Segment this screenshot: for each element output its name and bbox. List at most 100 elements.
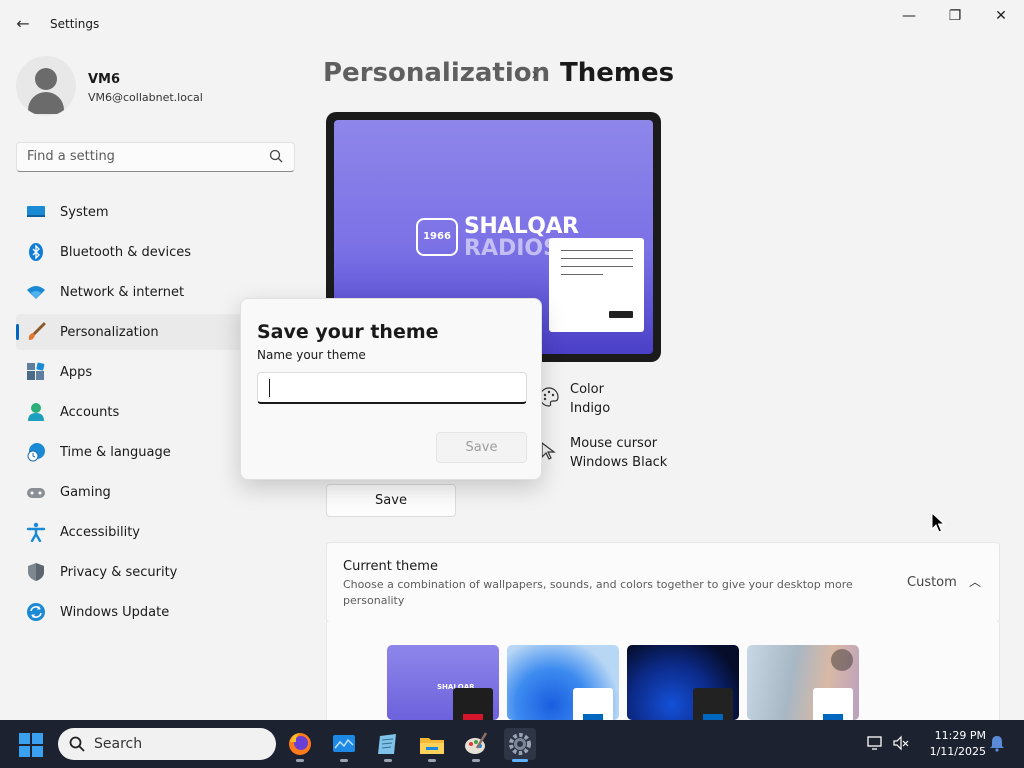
chevron-up-icon[interactable]: ︿ (965, 573, 985, 593)
shield-icon (28, 563, 44, 581)
title-bar: ← Settings — ❐ ✕ (0, 0, 1024, 48)
preview-line (561, 266, 633, 267)
sidebar-item-label: Accessibility (60, 524, 140, 540)
dialog-save-button[interactable]: Save (436, 432, 527, 463)
mouse-cursor-icon (931, 512, 946, 533)
sidebar-item-windows-update[interactable]: Windows Update (16, 594, 295, 630)
search-icon[interactable] (268, 148, 284, 164)
running-indicator (472, 759, 480, 762)
taskbar-app-firefox[interactable] (284, 728, 316, 762)
save-theme-button[interactable]: Save (326, 484, 456, 517)
mouse-cursor-setting[interactable]: Mouse cursor Windows Black (538, 436, 678, 476)
sidebar-item-label: Bluetooth & devices (60, 244, 191, 260)
theme-card-glow[interactable] (747, 645, 859, 720)
brush-icon (28, 322, 46, 340)
notepad-app-icon (378, 734, 396, 754)
camera-icon (831, 649, 853, 671)
settings-search-box[interactable] (16, 142, 295, 172)
current-theme-value: Custom (907, 575, 957, 590)
wifi-icon (27, 286, 45, 299)
current-theme-title: Current theme (343, 559, 438, 574)
preview-line (561, 258, 633, 259)
update-icon (27, 603, 45, 621)
clock-globe-icon (27, 443, 45, 462)
mouse-cursor-value: Windows Black (570, 455, 668, 470)
dialog-title: Save your theme (257, 321, 439, 343)
search-icon (69, 736, 85, 752)
theme-card-windows-dark[interactable] (627, 645, 739, 720)
firefox-icon (289, 733, 311, 755)
color-setting[interactable]: Color Indigo (538, 382, 678, 422)
running-indicator (384, 759, 392, 762)
taskbar-app-file-explorer[interactable] (416, 728, 448, 762)
sidebar-item-system[interactable]: System (16, 194, 295, 230)
taskbar-app-notepad[interactable] (372, 728, 404, 762)
volume-muted-icon[interactable] (892, 734, 910, 752)
sidebar-item-label: Windows Update (60, 604, 170, 620)
paint-app-icon (465, 732, 488, 754)
taskbar-app-settings[interactable] (504, 728, 536, 762)
preview-line (561, 274, 603, 275)
preview-window (549, 238, 644, 332)
current-theme-description: Choose a combination of wallpapers, soun… (343, 578, 853, 607)
theme-card-windows-light[interactable] (507, 645, 619, 720)
color-value: Indigo (570, 401, 611, 416)
current-theme-panel[interactable]: Current theme Choose a combination of wa… (326, 542, 1000, 623)
sidebar-item-label: System (60, 204, 109, 220)
sidebar-item-accessibility[interactable]: Accessibility (16, 514, 295, 550)
settings-gear-icon (509, 733, 531, 755)
search-input[interactable] (27, 149, 267, 164)
sidebar-item-label: Apps (60, 364, 93, 380)
sidebar-item-label: Privacy & security (60, 564, 178, 580)
user-email: VM6@collabnet.local (88, 91, 203, 104)
mouse-cursor-label: Mouse cursor (570, 436, 658, 451)
taskbar-app-paint[interactable] (460, 728, 492, 762)
running-indicator (296, 759, 304, 762)
back-arrow-icon[interactable]: ← (10, 12, 36, 36)
notification-bell-icon[interactable] (988, 734, 1006, 752)
preview-button (609, 311, 633, 318)
sidebar-item-label: Accounts (60, 404, 120, 420)
maximize-button[interactable]: ❐ (932, 6, 978, 26)
wallpaper-logo-badge: 1966 (416, 218, 458, 256)
avatar-head (35, 68, 57, 90)
sidebar-item-label: Time & language (60, 444, 171, 460)
clock-date: 1/11/2025 (929, 745, 986, 758)
accessibility-icon (26, 522, 46, 542)
network-tray-icon[interactable] (866, 734, 884, 752)
monitor-app-icon (333, 735, 355, 752)
windows-start-icon[interactable] (18, 732, 44, 758)
file-explorer-icon (420, 738, 444, 754)
dialog-subtitle: Name your theme (257, 348, 366, 362)
running-indicator (340, 759, 348, 762)
taskbar-search[interactable]: Search (58, 728, 276, 760)
theme-name-input[interactable] (257, 372, 527, 404)
breadcrumb-parent[interactable]: Personalization (323, 58, 550, 88)
sidebar-item-label: Personalization (60, 324, 159, 340)
taskbar: Search 11:29 PM 1/11/2025 (0, 720, 1024, 768)
theme-card-custom[interactable]: SHALQAR (387, 645, 499, 720)
taskbar-app-monitor[interactable] (328, 728, 360, 762)
app-title: Settings (50, 17, 100, 31)
minimize-button[interactable]: — (886, 6, 932, 26)
avatar[interactable] (16, 56, 76, 116)
text-caret (269, 379, 270, 397)
bluetooth-icon (29, 243, 43, 261)
page-title: Themes (560, 58, 675, 88)
breadcrumb-separator: › (531, 64, 539, 85)
gamepad-icon (27, 488, 45, 498)
user-name: VM6 (88, 72, 121, 87)
sidebar-item-label: Network & internet (60, 284, 185, 300)
sidebar-item-privacy[interactable]: Privacy & security (16, 554, 295, 590)
preview-line (561, 250, 633, 251)
close-button[interactable]: ✕ (978, 6, 1024, 26)
apps-icon (27, 362, 45, 380)
taskbar-clock[interactable]: 11:29 PM 1/11/2025 (916, 728, 986, 760)
sidebar-item-bluetooth[interactable]: Bluetooth & devices (16, 234, 295, 270)
system-icon (27, 206, 45, 217)
accounts-icon (28, 403, 44, 421)
avatar-body (28, 92, 64, 114)
taskbar-search-label: Search (94, 736, 143, 752)
running-indicator (512, 759, 528, 762)
color-label: Color (570, 382, 604, 397)
